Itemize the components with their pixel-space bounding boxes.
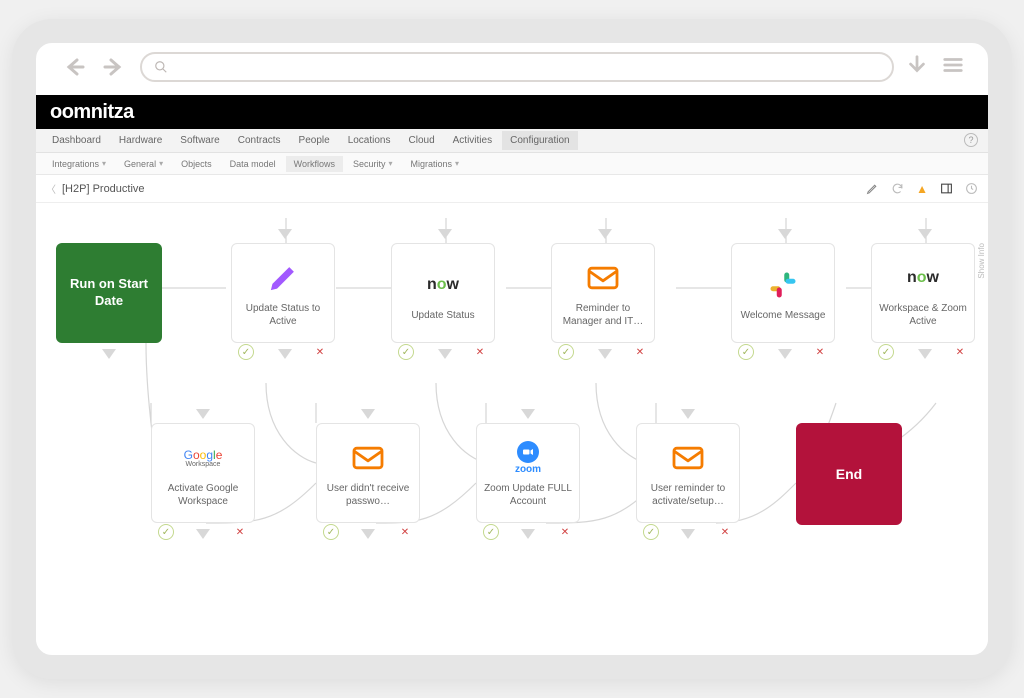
zoom-icon: zoom	[515, 438, 541, 478]
nav-configuration[interactable]: Configuration	[502, 131, 577, 150]
breadcrumb-back[interactable]: 〈	[46, 181, 56, 196]
mail-icon	[671, 438, 705, 478]
nav-hardware[interactable]: Hardware	[111, 131, 170, 150]
subnav-general[interactable]: General▾	[116, 156, 171, 172]
address-bar[interactable]	[140, 52, 894, 82]
panel-icon[interactable]	[940, 182, 953, 195]
app-header: oomnitza	[36, 95, 988, 129]
node-update-status[interactable]: now Update Status ✓ ✕	[391, 243, 495, 343]
node-update-status-active[interactable]: Update Status to Active ✓ ✕	[231, 243, 335, 343]
node-workspace-zoom-active[interactable]: now Workspace & Zoom Active ✓ ✕	[871, 243, 975, 343]
subnav-objects[interactable]: Objects	[173, 156, 220, 172]
nav-activities[interactable]: Activities	[445, 131, 500, 150]
x-badge: ✕	[632, 344, 648, 360]
main-nav: Dashboard Hardware Software Contracts Pe…	[36, 129, 988, 153]
check-badge: ✓	[738, 344, 754, 360]
subnav-data-model[interactable]: Data model	[222, 156, 284, 172]
nav-locations[interactable]: Locations	[340, 131, 399, 150]
help-icon[interactable]: ?	[964, 133, 978, 147]
check-badge: ✓	[398, 344, 414, 360]
history-icon[interactable]	[965, 182, 978, 195]
back-button[interactable]	[60, 53, 88, 81]
node-zoom-full-account[interactable]: zoom Zoom Update FULL Account ✓ ✕	[476, 423, 580, 523]
x-badge: ✕	[557, 524, 573, 540]
device-frame: oomnitza Dashboard Hardware Software Con…	[12, 19, 1012, 679]
workflow-canvas[interactable]: Show Info	[36, 203, 988, 653]
brand-logo: oomnitza	[50, 101, 134, 124]
google-workspace-icon: Google Workspace	[184, 438, 223, 478]
check-badge: ✓	[558, 344, 574, 360]
page-title-bar: 〈 [H2P] Productive ▲	[36, 175, 988, 203]
x-badge: ✕	[312, 344, 328, 360]
check-badge: ✓	[483, 524, 499, 540]
nav-contracts[interactable]: Contracts	[230, 131, 289, 150]
browser-bar	[36, 43, 988, 95]
check-badge: ✓	[158, 524, 174, 540]
subnav-workflows[interactable]: Workflows	[286, 156, 343, 172]
nav-cloud[interactable]: Cloud	[401, 131, 443, 150]
sub-nav: Integrations▾ General▾ Objects Data mode…	[36, 153, 988, 175]
subnav-migrations[interactable]: Migrations▾	[403, 156, 468, 172]
subnav-integrations[interactable]: Integrations▾	[44, 156, 114, 172]
edit-icon[interactable]	[866, 182, 879, 195]
nav-people[interactable]: People	[291, 131, 338, 150]
check-badge: ✓	[238, 344, 254, 360]
x-badge: ✕	[232, 524, 248, 540]
check-badge: ✓	[643, 524, 659, 540]
nav-software[interactable]: Software	[172, 131, 227, 150]
check-badge: ✓	[878, 344, 894, 360]
now-icon: now	[907, 258, 939, 298]
node-start[interactable]: Run on Start Date	[56, 243, 162, 343]
show-info-tab[interactable]: Show Info	[977, 243, 986, 279]
node-reminder-manager[interactable]: Reminder to Manager and IT… ✓ ✕	[551, 243, 655, 343]
subnav-security[interactable]: Security▾	[345, 156, 401, 172]
mail-icon	[351, 438, 385, 478]
x-badge: ✕	[397, 524, 413, 540]
page-title: [H2P] Productive	[62, 183, 145, 195]
x-badge: ✕	[717, 524, 733, 540]
node-activate-google-workspace[interactable]: Google Workspace Activate Google Workspa…	[151, 423, 255, 523]
title-tools: ▲	[866, 182, 978, 196]
check-badge: ✓	[323, 524, 339, 540]
node-user-no-password[interactable]: User didn't receive passwo… ✓ ✕	[316, 423, 420, 523]
node-welcome-message[interactable]: Welcome Message ✓ ✕	[731, 243, 835, 343]
x-badge: ✕	[952, 344, 968, 360]
slack-icon	[768, 265, 798, 305]
x-badge: ✕	[472, 344, 488, 360]
now-icon: now	[427, 265, 459, 305]
menu-icon[interactable]	[942, 54, 964, 81]
warning-icon[interactable]: ▲	[916, 182, 928, 196]
node-end[interactable]: End	[796, 423, 902, 525]
nav-dashboard[interactable]: Dashboard	[44, 131, 109, 150]
pencil-icon	[268, 258, 298, 298]
mail-icon	[586, 258, 620, 298]
search-icon	[154, 60, 168, 74]
download-icon[interactable]	[906, 54, 928, 81]
refresh-icon[interactable]	[891, 182, 904, 195]
node-user-reminder-activate[interactable]: User reminder to activate/setup… ✓ ✕	[636, 423, 740, 523]
x-badge: ✕	[812, 344, 828, 360]
forward-button[interactable]	[100, 53, 128, 81]
browser-right-controls	[906, 54, 964, 81]
